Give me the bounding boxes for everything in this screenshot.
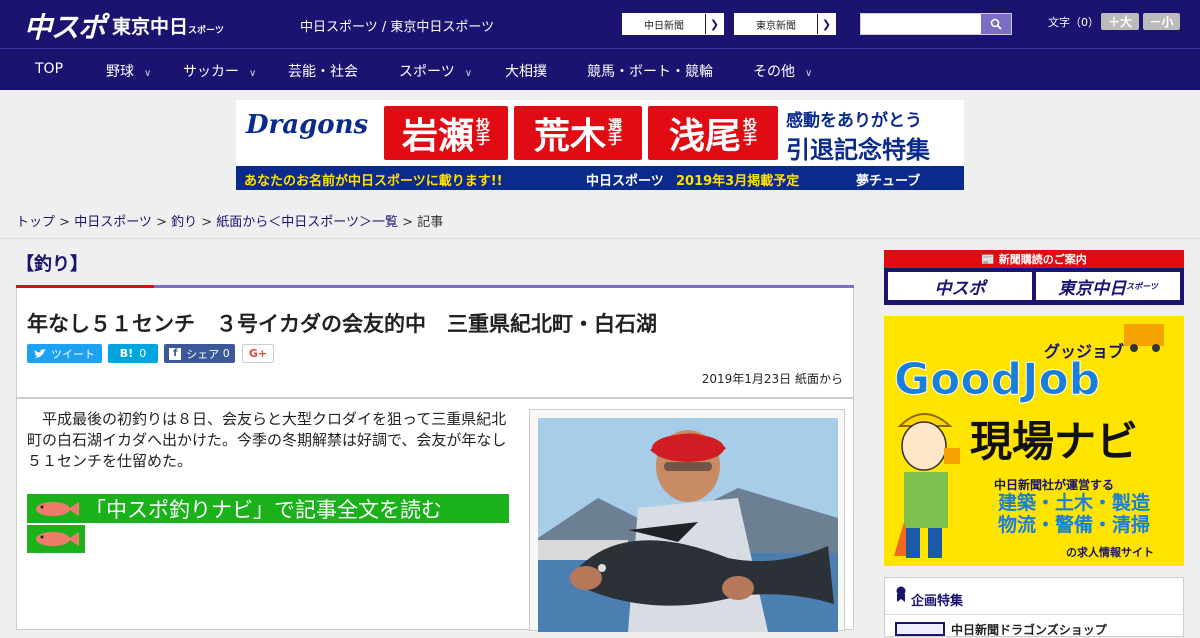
article-date: 2019年1月23日 紙面から <box>701 372 843 386</box>
search-button[interactable] <box>981 14 1011 34</box>
nav-item-baseball[interactable]: 野球 ∨ <box>106 61 151 81</box>
goodjob-site-label: の求人情報サイト <box>1066 546 1154 559</box>
font-smaller-button[interactable]: －小 <box>1143 13 1180 30</box>
goodjob-description: 中日新聞社が運営する <box>994 478 1115 492</box>
goodjob-ad[interactable]: グッジョブ GoodJob 現場ナビ 中日新聞社が運営する 建築・土木・製造 物流… <box>884 316 1184 566</box>
ribbon-icon <box>896 586 906 602</box>
site-title: 中日スポーツ / 東京中日スポーツ <box>300 20 495 35</box>
special-features-heading: 企画特集 <box>911 594 964 609</box>
special-features-box: 企画特集 中日新聞ドラゴンズショップ <box>884 577 1185 637</box>
breadcrumb-top[interactable]: トップ <box>16 215 55 230</box>
breadcrumb: トップ > 中日スポーツ > 釣り > 紙面から＜中日スポーツ＞一覧 > 記事 <box>16 215 444 230</box>
ad-bottom-text: あなたのお名前が中日スポーツに載ります!! <box>244 174 503 189</box>
article-body: 平成最後の初釣りは８日、会友らと大型クロダイを狙って三重県紀北町の白石湖イカダへ… <box>16 398 854 632</box>
twitter-icon <box>34 348 46 358</box>
breadcrumb-chuspo[interactable]: 中日スポーツ <box>74 215 152 230</box>
font-larger-button[interactable]: ＋大 <box>1101 13 1139 30</box>
goodjob-navi: 現場ナビ <box>970 417 1139 466</box>
player-name-iwase: 岩瀬 投手 <box>384 106 508 160</box>
player-name-asao: 浅尾 投手 <box>648 106 778 160</box>
search-icon <box>990 18 1002 30</box>
hatena-icon: B! <box>119 347 134 360</box>
dragons-shop-thumbnail[interactable] <box>895 622 945 636</box>
fish-icon <box>36 501 79 516</box>
main-nav: TOP 野球 ∨ サッカー ∨ 芸能・社会 スポーツ ∨ 大相撲 競馬・ボート・競輪 … <box>0 48 1200 90</box>
nav-item-sports[interactable]: スポーツ ∨ <box>399 61 472 81</box>
hatena-bookmark-button[interactable]: B! 0 <box>108 344 158 363</box>
subscription-heading: 📰 新聞購読のご案内 <box>981 253 1087 266</box>
fish-icon <box>36 532 79 546</box>
font-size-label: 文字（0） <box>1048 16 1099 29</box>
goodjob-logo: GoodJob <box>893 354 1101 406</box>
subscribe-tokyo-chunichi-button[interactable]: 東京中日 スポーツ <box>1036 272 1180 300</box>
nav-item-entertainment[interactable]: 芸能・社会 <box>288 61 358 81</box>
angler-with-fish-image <box>538 418 838 632</box>
chunichi-shimbun-link[interactable]: 中日新聞 ❯ <box>622 13 724 35</box>
nav-item-soccer[interactable]: サッカー ∨ <box>183 61 256 81</box>
site-header: 中スポ 東京中日スポーツ 中日スポーツ / 東京中日スポーツ 中日新聞 ❯ 東京新… <box>0 0 1200 48</box>
nav-item-top[interactable]: TOP <box>35 61 63 77</box>
goodjob-job-types: 建築・土木・製造 物流・警備・清掃 <box>998 492 1151 536</box>
nav-item-keiba[interactable]: 競馬・ボート・競輪 <box>587 61 713 81</box>
article-title: 年なし５１センチ ３号イカダの会友的中 三重県紀北町・白石湖 <box>27 312 657 336</box>
facebook-share-button[interactable]: f シェア 0 <box>164 344 235 363</box>
ad-bottom-yumetube: 夢チューブ <box>856 174 921 189</box>
tokyo-chunichi-logo[interactable]: 東京中日スポーツ <box>112 12 224 39</box>
breadcrumb-fishing[interactable]: 釣り <box>171 215 197 230</box>
chuspo-logo[interactable]: 中スポ <box>24 6 106 46</box>
nav-item-other[interactable]: その他 ∨ <box>753 61 812 81</box>
article-header: 年なし５１センチ ３号イカダの会友的中 三重県紀北町・白石湖 ツイート B! 0 … <box>16 288 854 398</box>
google-plus-button[interactable]: G+ <box>242 344 274 363</box>
ad-thanks-text: 感動をありがとう <box>786 111 922 131</box>
article-photo-frame <box>529 409 845 632</box>
chevron-down-icon: ∨ <box>249 68 257 79</box>
dragons-banner-ad[interactable]: Dragons 岩瀬 投手 荒木 選手 浅尾 投手 感動をありがとう 引退記念特集 あ… <box>236 100 964 190</box>
category-heading: 【釣り】 <box>16 254 88 275</box>
read-more-link-continued[interactable] <box>27 525 85 553</box>
player-name-araki: 荒木 選手 <box>514 106 642 160</box>
tokyo-shimbun-link[interactable]: 東京新聞 ❯ <box>734 13 836 35</box>
nav-item-sumo[interactable]: 大相撲 <box>505 61 547 81</box>
chevron-right-icon: ❯ <box>705 14 723 34</box>
dragons-logo: Dragons <box>246 110 369 140</box>
ad-bottom-logo: 中日スポーツ <box>586 174 664 189</box>
read-more-link[interactable]: 「中スポ釣りナビ」で記事全文を読む <box>27 494 509 523</box>
search-input[interactable] <box>860 13 1012 35</box>
article-text: 平成最後の初釣りは８日、会友らと大型クロダイを狙って三重県紀北町の白石湖イカダへ… <box>27 410 507 470</box>
facebook-icon: f <box>169 347 182 360</box>
angler-photo[interactable] <box>538 418 838 632</box>
chevron-down-icon: ∨ <box>805 68 813 79</box>
ad-feature-text: 引退記念特集 <box>786 136 930 164</box>
subscribe-chuspo-button[interactable]: 中スポ <box>888 272 1032 300</box>
subscription-box: 📰 新聞購読のご案内 中スポ 東京中日 スポーツ <box>884 250 1184 305</box>
breadcrumb-current: 記事 <box>417 215 444 230</box>
tweet-button[interactable]: ツイート <box>27 344 102 363</box>
chevron-down-icon: ∨ <box>144 68 152 79</box>
ad-bottom-date: 2019年3月掲載予定 <box>676 174 800 189</box>
chevron-down-icon: ∨ <box>464 68 473 79</box>
breadcrumb-list[interactable]: 紙面から＜中日スポーツ＞一覧 <box>216 215 398 230</box>
chevron-right-icon: ❯ <box>817 14 835 34</box>
